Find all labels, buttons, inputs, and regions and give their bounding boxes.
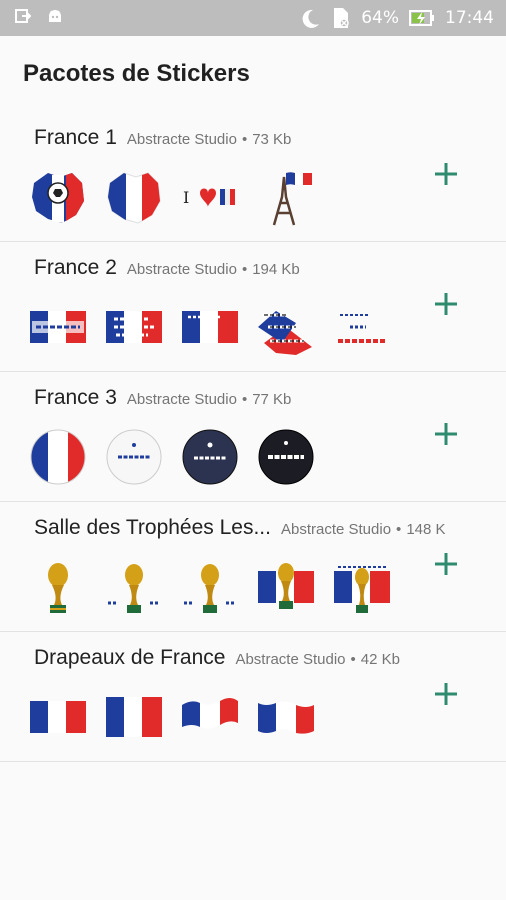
pack-meta: Abstracte Studio • 77 Kb [126,391,292,408]
sticker-i-love-france: I [180,167,240,227]
sticker-france-map-flag [104,167,164,227]
sticker-allez-flag [104,297,164,357]
sticker-flag-flat-2 [104,687,164,747]
sticker-trophy-2018 [180,557,240,617]
status-bar: 64% 17:44 [0,0,506,36]
clock: 17:44 [445,8,494,28]
sticker-trophy-flag-2 [332,557,392,617]
sticker-france-badge-white [104,427,164,487]
sticker-allez-small-flag [180,297,240,357]
android-icon [46,7,64,25]
pack-name: France 2 [34,256,117,279]
pack-name: Salle des Trophées Les... [34,516,271,539]
sticker-pack-row[interactable]: France 1 Abstracte Studio • 73 Kb I [0,112,506,242]
add-pack-button[interactable] [432,160,460,188]
sticker-pack-row[interactable]: Salle des Trophées Les... Abstracte Stud… [0,502,506,632]
add-pack-button[interactable] [432,290,460,318]
sim-icon [331,6,351,30]
sticker-france-flag-text [28,297,88,357]
sticker-allez-la-france-text [332,297,392,357]
sticker-flag-flat [28,687,88,747]
pack-meta: Abstracte Studio • 194 Kb [126,261,300,278]
sticker-france-map-soccer-ball [28,167,88,227]
sticker-flag-waving [180,687,240,747]
sticker-flag-ball [28,427,88,487]
add-pack-button[interactable] [432,550,460,578]
sticker-trophy-flag [256,557,316,617]
pack-name: France 1 [34,126,117,149]
battery-percentage: 64% [361,8,399,28]
sticker-world-cup-trophy [28,557,88,617]
sticker-france-badge-black [256,427,316,487]
page-title: Pacotes de Stickers [23,60,250,87]
sticker-pack-row[interactable]: France 2 Abstracte Studio • 194 Kb [0,242,506,372]
pack-name: France 3 [34,386,117,409]
sticker-pack-row[interactable]: France 3 Abstracte Studio • 77 Kb [0,372,506,502]
moon-icon [299,7,321,29]
sticker-flag-waving-2 [256,687,316,747]
sticker-trophy-1998 [104,557,164,617]
add-pack-button[interactable] [432,420,460,448]
add-pack-button[interactable] [432,680,460,708]
pack-meta: Abstracte Studio • 73 Kb [126,131,292,148]
sticker-pack-row[interactable]: Drapeaux de France Abstracte Studio • 42 K… [0,632,506,762]
pack-name: Drapeaux de France [34,646,226,669]
pack-meta: Abstracte Studio • 42 Kb [235,651,400,668]
sticker-france-badge-dark [180,427,240,487]
sticker-eiffel-tower-flag [256,167,316,227]
battery-charging-icon [409,9,435,27]
sticker-allez-les-bleus-text [256,297,316,357]
svg-text:I: I [183,188,189,207]
usb-debug-icon [14,7,32,25]
pack-meta: Abstracte Studio • 148 K [280,521,446,538]
